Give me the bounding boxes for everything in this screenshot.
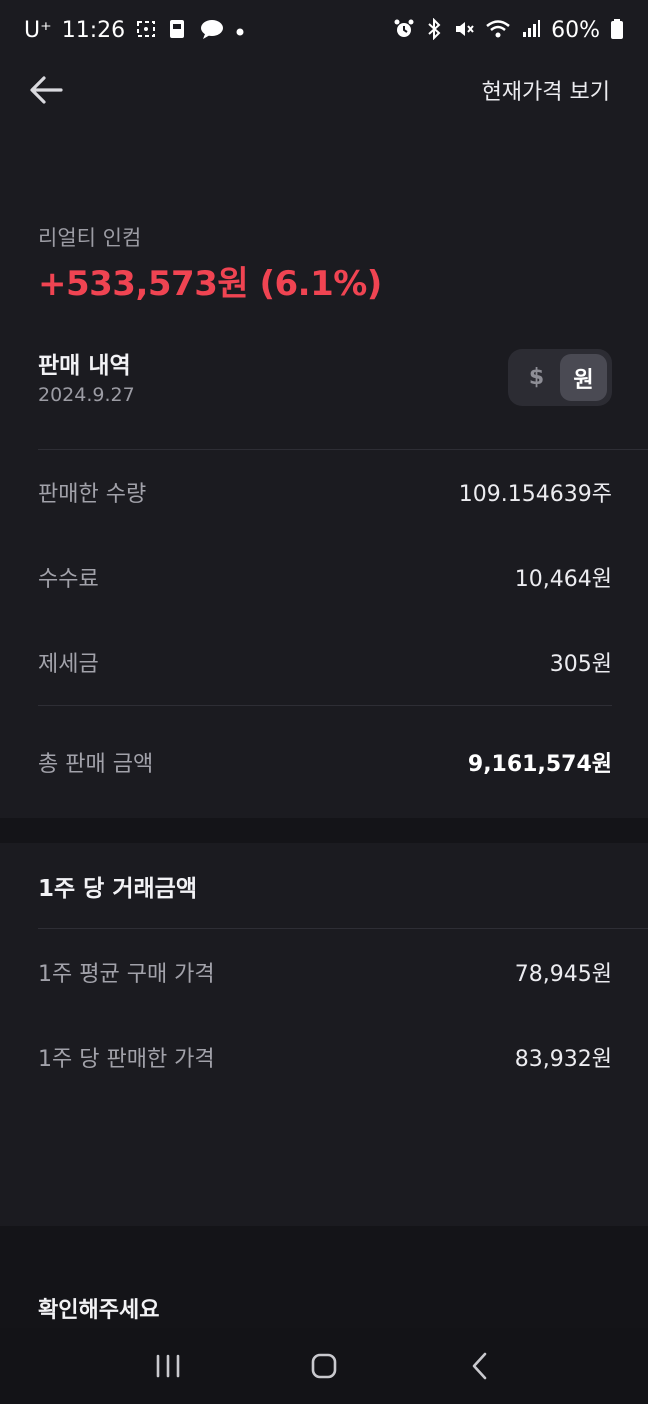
row-label: 1주 평균 구매 가격 bbox=[38, 962, 215, 987]
row-value: 109.154639주 bbox=[458, 482, 612, 507]
divider bbox=[38, 928, 648, 929]
per-share-row-sell-price: 1주 당 판매한 가격 83,932원 bbox=[38, 1037, 612, 1077]
section-separator bbox=[0, 818, 648, 843]
divider bbox=[38, 705, 612, 706]
battery-icon bbox=[610, 18, 624, 43]
row-label: 수수료 bbox=[38, 567, 99, 592]
view-current-price-button[interactable]: 현재가격 보기 bbox=[482, 74, 610, 106]
back-icon bbox=[472, 1352, 487, 1380]
status-bar-right: 60% bbox=[393, 17, 624, 43]
battery-percent: 60% bbox=[551, 17, 600, 43]
wifi-icon bbox=[485, 18, 511, 43]
currency-toggle[interactable]: $ 원 bbox=[508, 349, 612, 406]
row-label: 총 판매 금액 bbox=[38, 752, 154, 777]
chat-icon bbox=[199, 18, 225, 43]
per-share-row-avg-buy: 1주 평균 구매 가격 78,945원 bbox=[38, 952, 612, 992]
per-share-title: 1주 당 거래금액 bbox=[38, 876, 197, 902]
row-value: 9,161,574원 bbox=[467, 752, 612, 777]
arrow-left-icon bbox=[30, 76, 63, 104]
signal-icon bbox=[521, 19, 541, 42]
sales-date: 2024.9.27 bbox=[38, 384, 135, 406]
system-back-button[interactable] bbox=[450, 1336, 510, 1396]
system-nav-bar bbox=[0, 1328, 648, 1404]
bluetooth-icon bbox=[425, 17, 443, 43]
row-value: 83,932원 bbox=[514, 1047, 612, 1072]
status-bar: U⁺ 11:26 60% bbox=[0, 0, 648, 60]
row-value: 305원 bbox=[549, 652, 612, 677]
back-button[interactable] bbox=[24, 68, 68, 112]
recents-button[interactable] bbox=[138, 1336, 198, 1396]
mute-icon bbox=[453, 18, 475, 43]
alarm-icon bbox=[393, 18, 415, 43]
sales-row-quantity: 판매한 수량 109.154639주 bbox=[38, 472, 612, 512]
carrier-label: U⁺ bbox=[24, 17, 52, 43]
home-icon bbox=[311, 1353, 337, 1379]
home-button[interactable] bbox=[294, 1336, 354, 1396]
sales-row-tax: 제세금 305원 bbox=[38, 642, 612, 682]
row-value: 10,464원 bbox=[514, 567, 612, 592]
stock-name: 리얼티 인컴 bbox=[38, 226, 142, 250]
sales-row-fee: 수수료 10,464원 bbox=[38, 557, 612, 597]
sales-detail-screen: U⁺ 11:26 60% 현재가격 보기 리얼티 인컴 +533,573원 (6… bbox=[0, 0, 648, 1404]
top-app-bar: 현재가격 보기 bbox=[0, 60, 648, 120]
row-value: 78,945원 bbox=[514, 962, 612, 987]
sales-history-title: 판매 내역 bbox=[38, 353, 131, 379]
profit-amount: +533,573원 (6.1%) bbox=[38, 264, 382, 304]
screenshot-icon bbox=[135, 19, 157, 42]
recents-icon bbox=[156, 1354, 180, 1378]
notice-title: 확인해주세요 bbox=[38, 1298, 160, 1323]
currency-option-won[interactable]: 원 bbox=[560, 354, 607, 401]
status-bar-left: U⁺ 11:26 bbox=[24, 18, 245, 43]
sim-icon bbox=[167, 18, 189, 43]
divider bbox=[38, 449, 648, 450]
row-label: 판매한 수량 bbox=[38, 482, 147, 507]
clock: 11:26 bbox=[61, 17, 126, 43]
dot-icon bbox=[235, 20, 245, 40]
currency-option-dollar[interactable]: $ bbox=[513, 354, 560, 401]
row-label: 1주 당 판매한 가격 bbox=[38, 1047, 215, 1072]
row-label: 제세금 bbox=[38, 652, 99, 677]
sales-row-total: 총 판매 금액 9,161,574원 bbox=[38, 742, 612, 782]
